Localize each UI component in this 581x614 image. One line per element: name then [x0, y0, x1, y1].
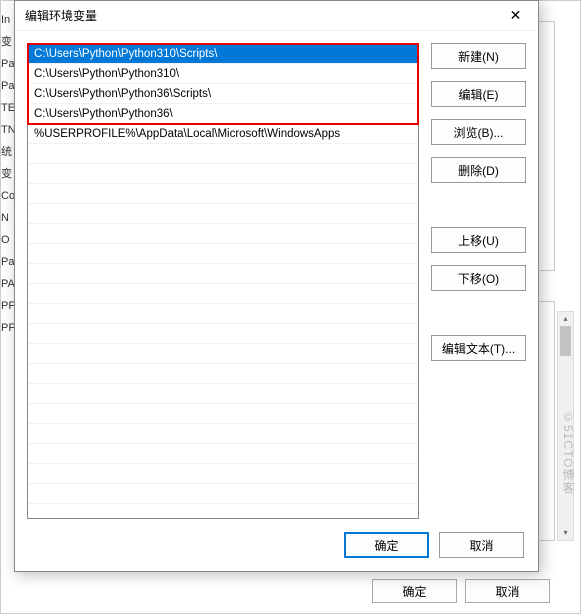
ok-button[interactable]: 确定 [344, 532, 429, 558]
cancel-button[interactable]: 取消 [439, 532, 524, 558]
path-list-empty-row [28, 144, 418, 164]
parent-ok-button[interactable]: 确定 [372, 579, 457, 603]
path-list-item[interactable]: %USERPROFILE%\AppData\Local\Microsoft\Wi… [28, 124, 418, 144]
path-list-empty-row [28, 204, 418, 224]
delete-button[interactable]: 删除(D) [431, 157, 526, 183]
path-list-empty-row [28, 424, 418, 444]
path-list-empty-row [28, 444, 418, 464]
path-list-empty-row [28, 504, 418, 519]
dialog-title: 编辑环境变量 [25, 7, 493, 24]
path-list-empty-row [28, 364, 418, 384]
side-button-column: 新建(N) 编辑(E) 浏览(B)... 删除(D) 上移(U) 下移(O) 编… [431, 43, 526, 519]
close-button[interactable]: ✕ [493, 1, 538, 31]
path-list-empty-row [28, 484, 418, 504]
path-list-item[interactable]: C:\Users\Python\Python310\Scripts\ [28, 44, 418, 64]
close-icon: ✕ [510, 7, 522, 24]
titlebar: 编辑环境变量 ✕ [15, 1, 538, 31]
path-list-empty-row [28, 344, 418, 364]
move-up-button[interactable]: 上移(U) [431, 227, 526, 253]
path-list-empty-row [28, 304, 418, 324]
parent-cancel-button[interactable]: 取消 [465, 579, 550, 603]
edit-text-button[interactable]: 编辑文本(T)... [431, 335, 526, 361]
path-list-item[interactable]: C:\Users\Python\Python36\Scripts\ [28, 84, 418, 104]
browse-button[interactable]: 浏览(B)... [431, 119, 526, 145]
path-list-empty-row [28, 404, 418, 424]
path-list-item[interactable]: C:\Users\Python\Python36\ [28, 104, 418, 124]
scroll-up-icon[interactable]: ▴ [558, 312, 573, 326]
move-down-button[interactable]: 下移(O) [431, 265, 526, 291]
edit-button[interactable]: 编辑(E) [431, 81, 526, 107]
path-list-empty-row [28, 324, 418, 344]
scroll-thumb[interactable] [560, 326, 571, 356]
path-list-empty-row [28, 384, 418, 404]
path-list-empty-row [28, 224, 418, 244]
path-list-empty-row [28, 284, 418, 304]
dialog-footer: 确定 取消 [15, 519, 538, 571]
path-list-empty-row [28, 264, 418, 284]
path-list-empty-row [28, 184, 418, 204]
path-list-empty-row [28, 244, 418, 264]
edit-env-var-dialog: 编辑环境变量 ✕ C:\Users\Python\Python310\Scrip… [14, 0, 539, 572]
scroll-down-icon[interactable]: ▾ [558, 526, 573, 540]
path-list-empty-row [28, 164, 418, 184]
watermark: ©51CTO博客 [560, 410, 577, 494]
path-listbox[interactable]: C:\Users\Python\Python310\Scripts\C:\Use… [27, 43, 419, 519]
new-button[interactable]: 新建(N) [431, 43, 526, 69]
path-list-item[interactable]: C:\Users\Python\Python310\ [28, 64, 418, 84]
path-list-empty-row [28, 464, 418, 484]
